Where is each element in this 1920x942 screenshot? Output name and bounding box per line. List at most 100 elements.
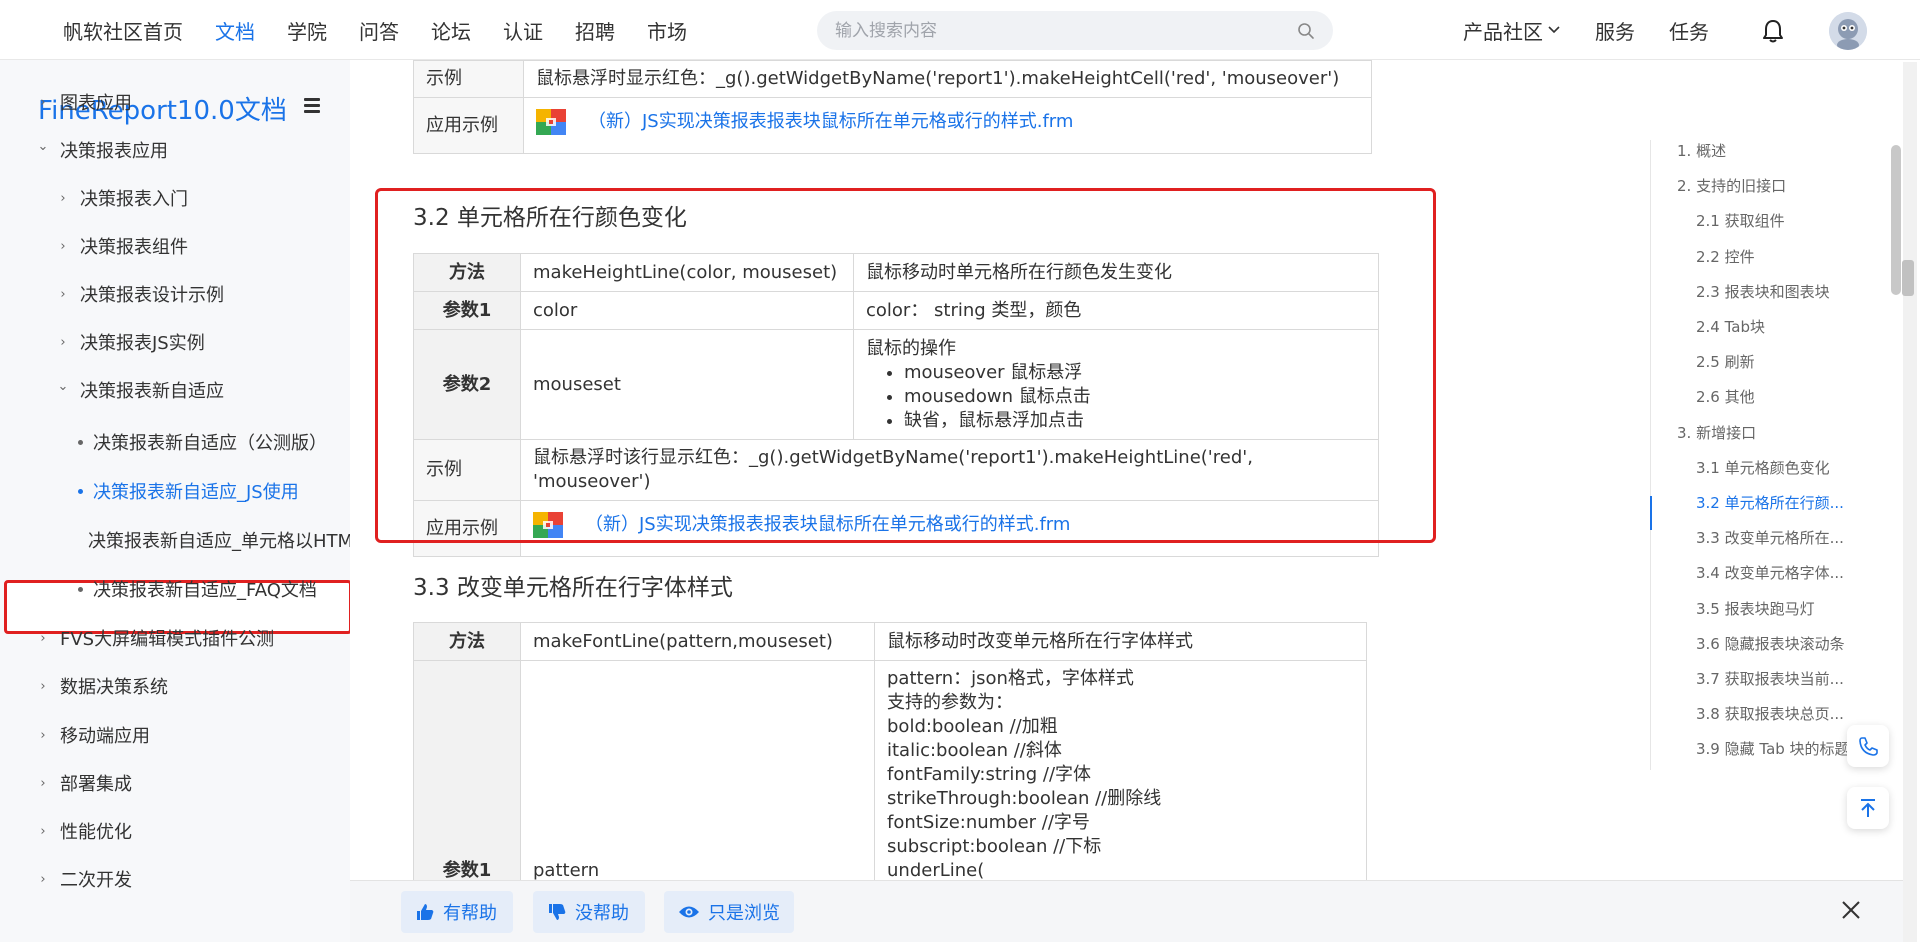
sidebar-item[interactable]: › 数据决策系统 <box>36 673 168 699</box>
nav-qa[interactable]: 问答 <box>359 16 399 45</box>
sidebar-item[interactable]: › 移动端应用 <box>36 722 150 748</box>
close-icon[interactable] <box>1838 897 1864 923</box>
toc-item[interactable]: 3.1 单元格颜色变化 <box>1696 457 1830 478</box>
sidebar-item-label: 图表应用 <box>60 93 132 114</box>
toc-item[interactable]: 3.8 获取报表块总页... <box>1696 703 1844 724</box>
sidebar-item[interactable]: › 图表应用 <box>36 89 132 115</box>
chevron-right-icon: › <box>40 823 46 839</box>
pattern-line: bold:boolean //加粗 <box>887 716 1058 737</box>
phone-icon <box>1859 737 1878 756</box>
toc-item[interactable]: 2.3 报表块和图表块 <box>1696 281 1830 302</box>
nav-jobs[interactable]: 招聘 <box>575 16 615 45</box>
chevron-right-icon: › <box>60 190 66 206</box>
bell-icon[interactable] <box>1760 18 1786 44</box>
chevron-down-icon: ⌄ <box>37 138 49 154</box>
nav-forum[interactable]: 论坛 <box>431 16 471 45</box>
sidebar-item[interactable]: › 决策报表入门 <box>56 185 188 211</box>
toc-item[interactable]: 3.6 隐藏报表块滚动条 <box>1696 633 1845 654</box>
nav-service[interactable]: 服务 <box>1595 16 1635 45</box>
sidebar-item-label: 移动端应用 <box>60 726 150 747</box>
toc-item[interactable]: 3.5 报表块跑马灯 <box>1696 598 1815 619</box>
nav-home[interactable]: 帆软社区首页 <box>63 16 183 45</box>
pattern-line: underLine( <box>887 860 985 880</box>
sidebar-item[interactable]: 决策报表新自适应（公测版） <box>78 429 327 455</box>
archive-icon <box>536 109 566 135</box>
toc-item[interactable]: 3.7 获取报表块当前... <box>1696 668 1844 689</box>
right-nav: 产品社区 服务 任务 <box>1463 0 1743 60</box>
sidebar-item-label: FVS大屏编辑模式插件公测 <box>60 629 275 650</box>
sidebar-item-label: 决策报表新自适应_FAQ文档 <box>93 580 317 601</box>
toc-item[interactable]: 3.9 隐藏 Tab 块的标题 <box>1696 738 1850 759</box>
search-icon[interactable] <box>1297 22 1315 40</box>
chevron-right-icon: › <box>40 94 46 110</box>
toc-item[interactable]: 2.6 其他 <box>1696 386 1755 407</box>
back-to-top-button[interactable] <box>1847 787 1889 829</box>
chevron-down-icon <box>1548 26 1560 34</box>
page-scrollbar-track[interactable] <box>1903 62 1917 942</box>
nav-market[interactable]: 市场 <box>647 16 687 45</box>
sidebar-item-label: 决策报表设计示例 <box>80 285 224 306</box>
just-browse-button[interactable]: 只是浏览 <box>664 891 794 933</box>
helpful-button[interactable]: 有帮助 <box>401 891 513 933</box>
contact-button[interactable] <box>1847 725 1889 767</box>
toc-item[interactable]: 3.3 改变单元格所在... <box>1696 527 1844 548</box>
nav-tasks[interactable]: 任务 <box>1669 16 1709 45</box>
section-title-33: 3.3 改变单元格所在行字体样式 <box>413 575 733 601</box>
sidebar-item[interactable]: ⌄ 决策报表新自适应 <box>56 377 224 403</box>
chevron-right-icon: › <box>40 871 46 887</box>
doc-sidebar: FineReport10.0文档 › 图表应用 ⌄ 决策报表应用 › 决策报表入门 › 决策报… <box>0 60 352 942</box>
sidebar-item[interactable]: › 决策报表设计示例 <box>56 281 224 307</box>
sidebar-item[interactable]: ⌄ 决策报表应用 <box>36 137 168 163</box>
sidebar-item[interactable]: 决策报表新自适应_JS使用 <box>78 478 299 504</box>
feedback-bar: 有帮助 没帮助 只是浏览 <box>350 880 1903 942</box>
toc-item[interactable]: 2.4 Tab块 <box>1696 316 1765 337</box>
sidebar-item[interactable]: › 二次开发 <box>36 866 132 892</box>
toc-item[interactable]: 2.5 刷新 <box>1696 351 1755 372</box>
sidebar-item[interactable]: › 决策报表JS实例 <box>56 329 204 355</box>
sidebar-item[interactable]: › 性能优化 <box>36 818 132 844</box>
nav-docs[interactable]: 文档 <box>215 16 255 45</box>
toc-item[interactable]: 2. 支持的旧接口 <box>1677 175 1786 196</box>
chevron-right-icon: › <box>60 334 66 350</box>
sidebar-item[interactable]: 决策报表新自适应_单元格以HTM <box>78 527 350 553</box>
pattern-line: italic:boolean //斜体 <box>887 740 1062 761</box>
nav-certification[interactable]: 认证 <box>503 16 543 45</box>
toc-item[interactable]: 3. 新增接口 <box>1677 422 1756 443</box>
toc-item[interactable]: 3.4 改变单元格字体... <box>1696 562 1844 583</box>
chevron-right-icon: › <box>60 238 66 254</box>
search-input[interactable] <box>835 20 1297 41</box>
method-signature: makeFontLine(pattern,mouseset) <box>520 622 875 661</box>
chevron-right-icon: › <box>40 678 46 694</box>
chevron-right-icon: › <box>40 630 46 646</box>
avatar[interactable] <box>1829 12 1867 50</box>
method-description: 鼠标移动时改变单元格所在行字体样式 <box>874 622 1367 661</box>
sidebar-item[interactable]: 决策报表新自适应_FAQ文档 <box>78 576 317 602</box>
thumbs-up-icon <box>417 904 434 920</box>
nav-academy[interactable]: 学院 <box>287 16 327 45</box>
sidebar-item[interactable]: › 决策报表组件 <box>56 233 188 259</box>
sidebar-item[interactable]: › FVS大屏编辑模式插件公测 <box>36 625 274 651</box>
arrow-up-icon <box>1861 799 1875 817</box>
param1-label: 参数1 <box>413 660 521 880</box>
sidebar-item[interactable]: › 部署集成 <box>36 770 132 796</box>
toc-item[interactable]: 3.2 单元格所在行颜... <box>1696 492 1844 513</box>
toc-item[interactable]: 2.1 获取组件 <box>1696 210 1785 231</box>
toc-item[interactable]: 2.2 控件 <box>1696 246 1755 267</box>
bullet-icon <box>78 488 83 494</box>
menu-icon[interactable] <box>304 98 320 113</box>
sidebar-item-label: 决策报表新自适应_JS使用 <box>93 482 299 503</box>
bullet-icon <box>78 586 83 592</box>
sidebar-item-label: 决策报表应用 <box>60 141 168 162</box>
pattern-line: fontSize:number //字号 <box>887 812 1090 833</box>
page-scrollbar-thumb[interactable] <box>1902 260 1914 296</box>
file-link[interactable]: （新）JS实现决策报表报表块鼠标所在单元格或行的样式.frm <box>536 109 1073 135</box>
toc-scrollbar[interactable] <box>1891 145 1901 295</box>
example-label: 示例 <box>413 60 524 98</box>
chevron-right-icon: › <box>40 727 46 743</box>
pattern-line: fontFamily:string //字体 <box>887 764 1092 785</box>
nav-product-community[interactable]: 产品社区 <box>1463 16 1561 45</box>
table-of-contents: 1. 概述 2. 支持的旧接口 2.1 获取组件 2.2 控件 2.3 报表块和图表块 2… <box>1650 140 1920 770</box>
sidebar-item-label: 决策报表新自适应（公测版） <box>93 433 327 454</box>
toc-item[interactable]: 1. 概述 <box>1677 140 1726 161</box>
not-helpful-button[interactable]: 没帮助 <box>533 891 645 933</box>
